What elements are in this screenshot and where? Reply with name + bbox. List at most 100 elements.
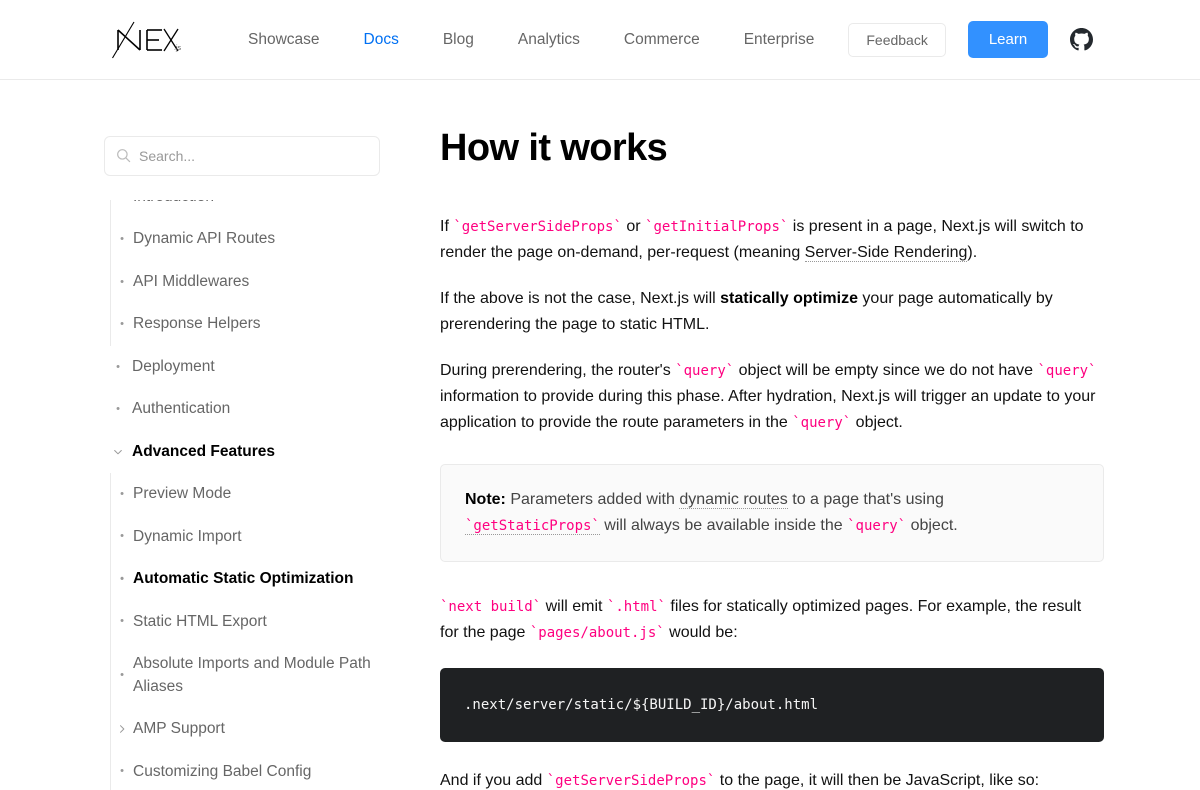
learn-button[interactable]: Learn bbox=[967, 21, 1049, 58]
sidebar-item-advanced-features[interactable]: Advanced Features bbox=[104, 431, 400, 473]
nav-group-api-routes: • Introduction • Dynamic API Routes • AP… bbox=[110, 200, 400, 346]
feedback-button[interactable]: Feedback bbox=[848, 22, 946, 57]
sidebar-item-label: Introduction bbox=[133, 200, 400, 208]
link-server-side-rendering[interactable]: Server-Side Rendering bbox=[804, 243, 968, 262]
bullet-icon: • bbox=[120, 572, 124, 585]
sidebar-item-introduction[interactable]: • Introduction bbox=[111, 200, 400, 218]
nav-link-commerce[interactable]: Commerce bbox=[602, 32, 722, 48]
paragraph-next-build: `next build` will emit `.html` files for… bbox=[440, 594, 1104, 646]
bold-statically-optimize: statically optimize bbox=[720, 289, 858, 307]
nextjs-logo-icon: .js bbox=[112, 21, 182, 58]
sidebar-item-label: Preview Mode bbox=[133, 485, 232, 503]
page-body: • Introduction • Dynamic API Routes • AP… bbox=[0, 80, 1200, 790]
code-block-content: .next/server/static/${BUILD_ID}/about.ht… bbox=[464, 696, 819, 713]
page-title: How it works bbox=[440, 127, 668, 169]
note-callout: Note: Parameters added with dynamic rout… bbox=[440, 463, 1104, 562]
primary-nav: Showcase Docs Blog Analytics Commerce En… bbox=[226, 21, 1200, 58]
sidebar-item-label: API Middlewares bbox=[133, 272, 250, 290]
bullet-icon: • bbox=[120, 318, 124, 331]
text-fragment: object. bbox=[851, 413, 903, 431]
paragraph-how-it-works-1: If `getServerSideProps` or `getInitialPr… bbox=[440, 214, 1104, 266]
inline-code: `query` bbox=[1037, 362, 1097, 379]
logo-js-suffix: .js bbox=[174, 45, 182, 52]
text-fragment: to the page, it will then be JavaScript,… bbox=[715, 772, 1040, 790]
sidebar-item-dynamic-import[interactable]: • Dynamic Import bbox=[111, 516, 400, 558]
sidebar-item-label: Customizing Babel Config bbox=[133, 762, 312, 780]
inline-code: `getServerSideProps` bbox=[453, 218, 622, 235]
text-fragment: And if you add bbox=[440, 772, 547, 790]
sidebar-item-automatic-static-optimization[interactable]: • Automatic Static Optimization bbox=[111, 558, 400, 600]
bullet-icon: • bbox=[120, 530, 124, 543]
site-header: .js Showcase Docs Blog Analytics Commerc… bbox=[0, 0, 1200, 80]
bullet-icon: • bbox=[120, 488, 124, 501]
sidebar-item-label: AMP Support bbox=[133, 720, 225, 738]
docs-content: How it works If `getServerSideProps` or … bbox=[400, 80, 1160, 790]
note-label: Note: bbox=[465, 490, 506, 508]
inline-code: `query` bbox=[675, 362, 735, 379]
sidebar-item-absolute-imports[interactable]: • Absolute Imports and Module Path Alias… bbox=[111, 643, 400, 708]
bullet-icon: • bbox=[120, 669, 124, 682]
inline-code: `getServerSideProps` bbox=[546, 773, 716, 790]
sidebar-item-static-html-export[interactable]: • Static HTML Export bbox=[111, 601, 400, 643]
text-fragment: ). bbox=[967, 243, 978, 261]
text-fragment: If the above is not the case, Next.js wi… bbox=[440, 289, 721, 307]
inline-code: `pages/about.js` bbox=[529, 624, 665, 641]
bullet-icon: • bbox=[120, 765, 124, 778]
text-fragment: object. bbox=[906, 516, 958, 534]
text-fragment: will always be available inside the bbox=[599, 516, 848, 534]
bullet-icon: • bbox=[120, 233, 124, 246]
text-fragment: During prerendering, the router's bbox=[440, 361, 676, 379]
paragraph-how-it-works-3: During prerendering, the router's `query… bbox=[440, 358, 1104, 436]
bullet-icon: • bbox=[120, 275, 124, 288]
github-link[interactable] bbox=[1070, 28, 1094, 51]
sidebar-item-preview-mode[interactable]: • Preview Mode bbox=[111, 473, 400, 515]
text-fragment: Parameters added with bbox=[505, 490, 680, 508]
inline-code: `query` bbox=[847, 517, 907, 534]
code-block-output-path: .next/server/static/${BUILD_ID}/about.ht… bbox=[440, 667, 1104, 743]
nav-link-blog[interactable]: Blog bbox=[421, 32, 496, 48]
nav-link-analytics[interactable]: Analytics bbox=[496, 32, 602, 48]
docs-sidebar: • Introduction • Dynamic API Routes • AP… bbox=[104, 80, 400, 790]
inline-code: `query` bbox=[792, 414, 852, 431]
sidebar-scroller[interactable]: • Introduction • Dynamic API Routes • AP… bbox=[104, 200, 400, 790]
sidebar-item-label: Authentication bbox=[132, 400, 231, 418]
chevron-right-icon bbox=[111, 724, 133, 734]
sidebar-item-label: Dynamic Import bbox=[133, 527, 242, 545]
sidebar-item-customizing-babel-config[interactable]: • Customizing Babel Config bbox=[111, 751, 400, 790]
nav-link-showcase[interactable]: Showcase bbox=[226, 32, 342, 48]
sidebar-item-label: Automatic Static Optimization bbox=[133, 570, 354, 588]
github-icon bbox=[1070, 28, 1094, 51]
text-fragment: or bbox=[621, 217, 646, 235]
sidebar-item-amp-support[interactable]: AMP Support bbox=[111, 708, 400, 750]
sidebar-item-authentication[interactable]: • Authentication bbox=[104, 388, 400, 430]
sidebar-item-label: Absolute Imports and Module Path Aliases bbox=[133, 655, 371, 695]
sidebar-item-label: Deployment bbox=[132, 357, 215, 375]
paragraph-get-server-side-props: And if you add `getServerSideProps` to t… bbox=[440, 768, 1104, 790]
sidebar-item-api-middlewares[interactable]: • API Middlewares bbox=[111, 261, 400, 303]
nav-group-advanced-features: • Preview Mode • Dynamic Import • Automa… bbox=[110, 473, 400, 790]
inline-code: `next build` bbox=[440, 598, 542, 615]
search-input[interactable] bbox=[104, 136, 380, 176]
bullet-icon: • bbox=[116, 403, 120, 416]
text-fragment: information to provide during this phase… bbox=[440, 387, 1096, 431]
search-container bbox=[104, 136, 380, 176]
bullet-icon: • bbox=[111, 200, 133, 203]
link-dynamic-routes[interactable]: dynamic routes bbox=[679, 490, 788, 509]
text-fragment: would be: bbox=[664, 623, 738, 641]
sidebar-item-label: Static HTML Export bbox=[133, 612, 267, 630]
bullet-icon: • bbox=[116, 360, 120, 373]
text-fragment: will emit bbox=[541, 597, 607, 615]
inline-code: `getInitialProps` bbox=[645, 218, 789, 235]
text-fragment: to a page that's using bbox=[787, 490, 944, 508]
inline-code: `getStaticProps` bbox=[465, 517, 600, 534]
nextjs-logo[interactable]: .js bbox=[112, 16, 186, 64]
link-get-static-props[interactable]: `getStaticProps` bbox=[465, 516, 600, 535]
text-fragment: object will be empty since we do not hav… bbox=[734, 361, 1038, 379]
sidebar-item-label: Response Helpers bbox=[133, 315, 261, 333]
nav-link-enterprise[interactable]: Enterprise bbox=[722, 32, 837, 48]
bullet-icon: • bbox=[120, 615, 124, 628]
sidebar-item-response-helpers[interactable]: • Response Helpers bbox=[111, 303, 400, 345]
sidebar-item-dynamic-api-routes[interactable]: • Dynamic API Routes bbox=[111, 218, 400, 260]
sidebar-item-deployment[interactable]: • Deployment bbox=[104, 346, 400, 388]
nav-link-docs[interactable]: Docs bbox=[342, 32, 421, 48]
